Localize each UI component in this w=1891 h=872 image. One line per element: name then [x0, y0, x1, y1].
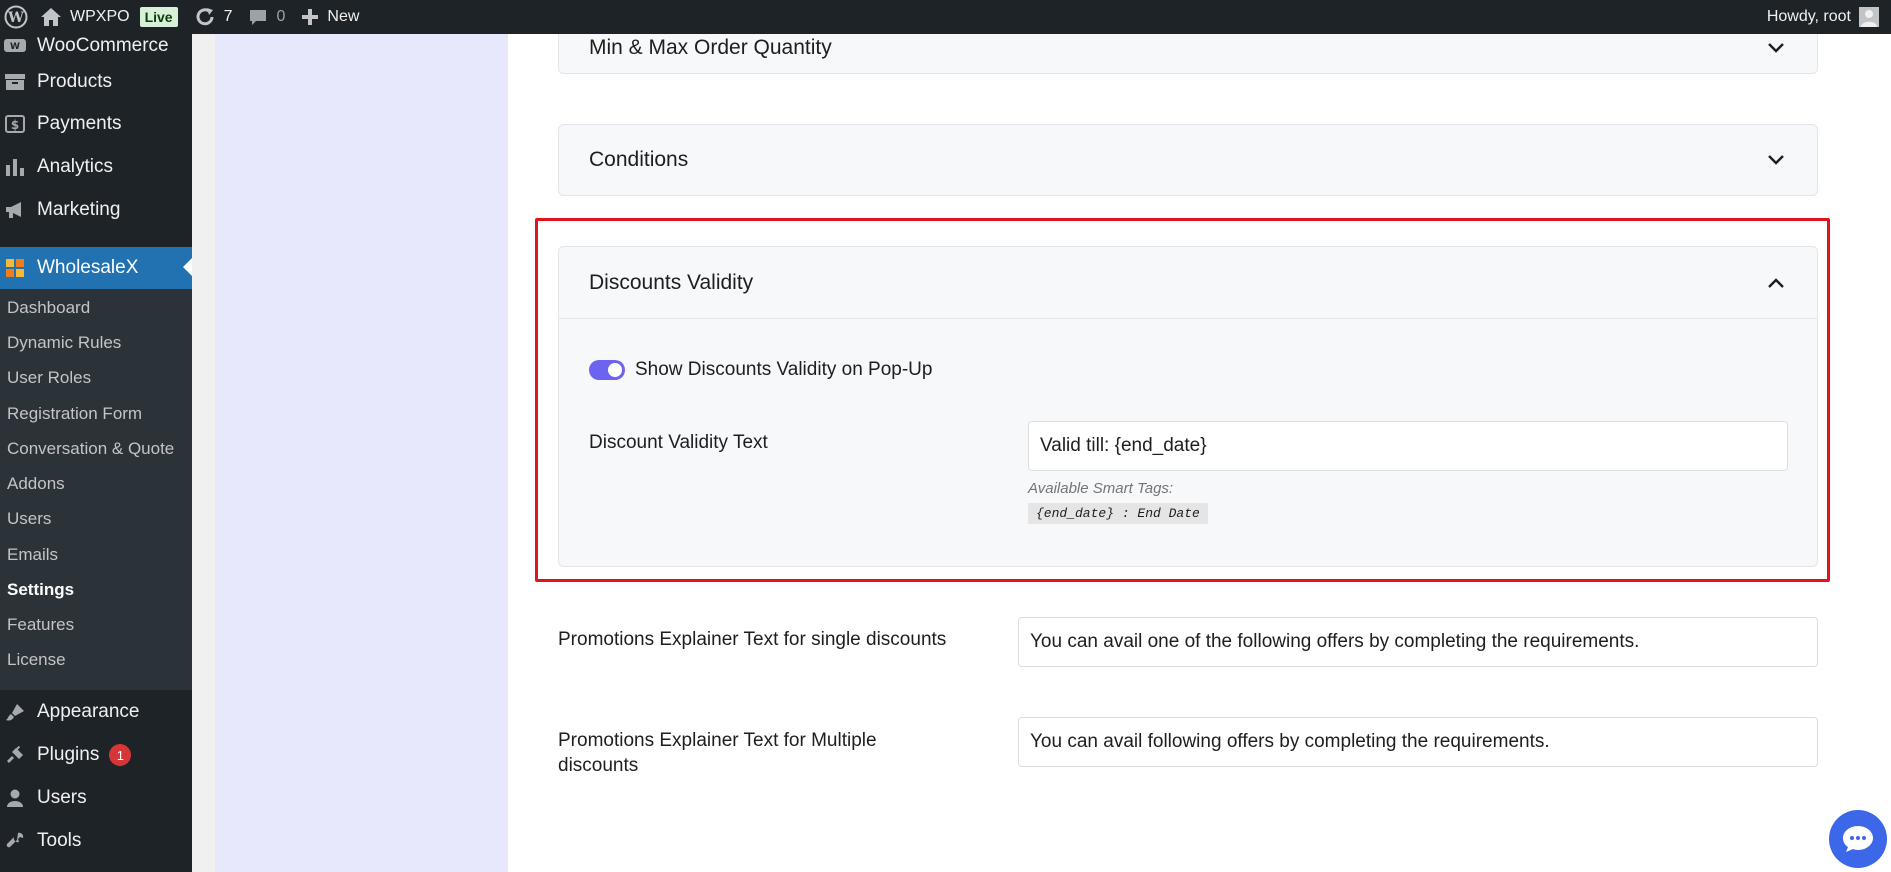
new-label: New	[327, 8, 360, 25]
menu-item-payments[interactable]: $ Payments	[0, 104, 192, 144]
promotions-multiple-input[interactable]: You can avail following offers by comple…	[1018, 717, 1818, 767]
updates-link[interactable]: 7	[186, 0, 241, 34]
promotions-multiple-label: Promotions Explainer Text for Multiple d…	[558, 730, 877, 776]
svg-text:W: W	[7, 10, 24, 26]
submenu-item-users[interactable]: Users	[7, 507, 51, 531]
updates-count: 7	[223, 8, 233, 25]
accordion-header[interactable]: Conditions	[559, 125, 1817, 195]
submenu-item-license[interactable]: License	[7, 648, 66, 672]
accordion-title: Min & Max Order Quantity	[589, 36, 832, 59]
menu-item-label: Products	[37, 71, 112, 92]
my-account-link[interactable]: Howdy, root	[1767, 7, 1891, 27]
dollar-icon: $	[2, 111, 28, 137]
wholesalex-submenu: Dashboard Dynamic Rules User Roles Regis…	[0, 289, 192, 690]
new-content-link[interactable]: New	[293, 0, 367, 34]
menu-item-appearance[interactable]: Appearance	[0, 692, 192, 732]
submenu-item-features[interactable]: Features	[7, 613, 74, 637]
submenu-item-user-roles[interactable]: User Roles	[7, 366, 91, 390]
chat-support-button[interactable]	[1829, 810, 1887, 868]
submenu-item-settings[interactable]: Settings	[7, 578, 74, 602]
highlight-box	[535, 218, 1830, 582]
menu-item-label: Payments	[37, 113, 122, 134]
promotions-single-input[interactable]: You can avail one of the following offer…	[1018, 617, 1818, 667]
site-name-link[interactable]: WPXPO Live	[32, 0, 186, 34]
promotions-single-label: Promotions Explainer Text for single dis…	[558, 629, 947, 650]
wrench-icon	[2, 828, 28, 854]
menu-item-label: Users	[37, 787, 87, 808]
accordion-title: Conditions	[589, 148, 689, 171]
svg-text:W: W	[10, 42, 20, 52]
submenu-item-dynamic-rules[interactable]: Dynamic Rules	[7, 331, 121, 355]
chevron-down-icon[interactable]	[1765, 37, 1787, 59]
menu-item-label: Marketing	[37, 199, 121, 220]
menu-item-wholesalex[interactable]: WholesaleX	[0, 247, 192, 289]
menu-item-products[interactable]: Products	[0, 62, 192, 102]
woo-icon: W	[2, 33, 28, 59]
menu-item-plugins[interactable]: Plugins 1	[0, 735, 192, 775]
comment-icon	[250, 10, 267, 25]
bar-chart-icon	[2, 154, 28, 180]
admin-bar: W WPXPO Live 7 0 New Howdy, root	[0, 0, 1891, 34]
live-badge: Live	[139, 7, 178, 27]
comments-link[interactable]: 0	[240, 0, 293, 34]
wholesalex-logo-icon	[2, 255, 28, 281]
plug-icon	[2, 742, 28, 768]
menu-item-label: WooCommerce	[37, 35, 169, 56]
submenu-item-addons[interactable]: Addons	[7, 472, 65, 496]
menu-item-tools[interactable]: Tools	[0, 821, 192, 861]
submenu-item-conversation-quote[interactable]: Conversation & Quote	[7, 437, 174, 461]
megaphone-icon	[2, 197, 28, 223]
site-name: WPXPO	[70, 8, 130, 25]
refresh-icon	[196, 8, 214, 26]
chevron-down-icon[interactable]	[1765, 149, 1787, 171]
wordpress-logo-icon[interactable]: W	[0, 0, 32, 34]
submenu-item-registration-form[interactable]: Registration Form	[7, 402, 142, 426]
comments-count: 0	[276, 8, 286, 25]
menu-item-label: Plugins	[37, 744, 100, 765]
submenu-item-emails[interactable]: Emails	[7, 543, 58, 567]
plus-icon	[302, 9, 319, 25]
menu-item-label: Appearance	[37, 701, 140, 722]
home-icon	[41, 8, 61, 26]
menu-item-label: Tools	[37, 830, 82, 851]
menu-item-users[interactable]: Users	[0, 778, 192, 818]
submenu-item-dashboard[interactable]: Dashboard	[7, 296, 90, 320]
settings-nav-panel	[215, 34, 508, 872]
archive-icon	[2, 69, 28, 95]
avatar	[1859, 7, 1879, 27]
paintbrush-icon	[2, 699, 28, 725]
menu-item-label: WholesaleX	[37, 257, 139, 278]
user-icon	[2, 785, 28, 811]
menu-item-analytics[interactable]: Analytics	[0, 147, 192, 187]
svg-text:$: $	[11, 118, 19, 132]
accordion-conditions[interactable]: Conditions	[558, 124, 1818, 196]
plugins-update-badge: 1	[109, 744, 132, 766]
admin-sidebar: W WooCommerce Products $ Payments Analyt…	[0, 34, 192, 872]
chat-icon	[1843, 826, 1873, 852]
greeting: Howdy, root	[1766, 8, 1851, 25]
menu-item-label: Analytics	[37, 156, 114, 177]
menu-item-marketing[interactable]: Marketing	[0, 190, 192, 230]
